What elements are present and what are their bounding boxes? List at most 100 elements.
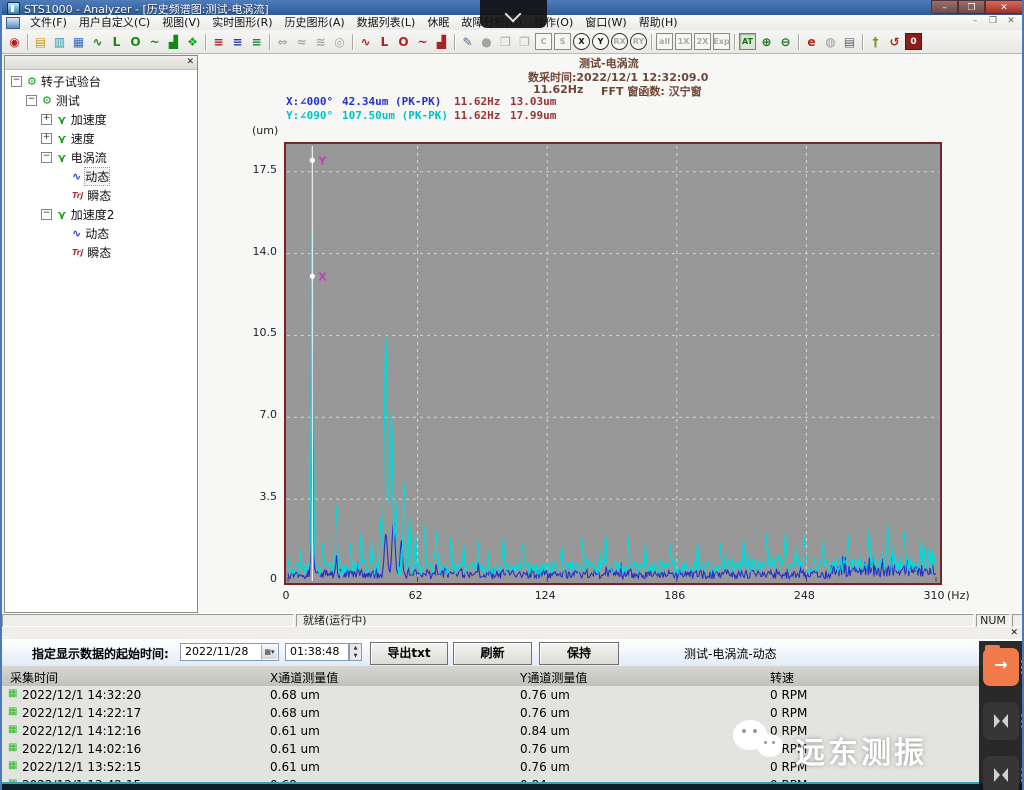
mdi-child-icon[interactable] (6, 17, 20, 29)
scale-1x-icon: 1X (675, 33, 692, 50)
collapse-icon[interactable]: − (41, 152, 52, 163)
time-spinner[interactable]: ▲▼ (349, 643, 362, 661)
collapse-icon[interactable]: − (11, 76, 22, 87)
monitor-folder-icon[interactable]: ▥ (51, 33, 68, 50)
key-icon[interactable]: † (867, 33, 884, 50)
data-panel-header: ✕ (2, 628, 1024, 639)
web-help-icon[interactable]: e (803, 33, 820, 50)
expand-icon[interactable]: + (41, 133, 52, 144)
shaft-position-icon[interactable]: ❖ (184, 33, 201, 50)
datalist-history-icon[interactable]: ≡ (229, 33, 246, 50)
history-timebase-icon[interactable]: L (376, 33, 393, 50)
share-folder-icon[interactable]: → (983, 648, 1019, 686)
datalist-realtime-icon[interactable]: ≡ (210, 33, 227, 50)
menu-item-3[interactable]: 视图(V) (156, 16, 206, 30)
tree-item-velocity[interactable]: +⋎速度 (41, 129, 95, 148)
column-header-4[interactable]: 转速 (770, 669, 794, 686)
print-icon[interactable]: ▤ (841, 33, 858, 50)
tree-item-eddy-dynamic[interactable]: ∿动态 (56, 167, 109, 186)
video-app-icon[interactable] (983, 702, 1019, 740)
menu-item-6[interactable]: 数据列表(L) (351, 16, 422, 30)
toolbar-separator (352, 34, 353, 50)
minimize-button[interactable]: – (931, 0, 958, 14)
table-row[interactable]: ▦2022/12/1 14:32:200.68 um0.76 um0 RPM (2, 686, 1024, 705)
tree-item-acceleration[interactable]: +⋎加速度 (41, 110, 107, 129)
auto-scale-icon[interactable]: AT (739, 33, 756, 50)
realtime-spectrum-icon[interactable]: ▟ (165, 33, 182, 50)
alarm-icon[interactable]: ◍ (822, 33, 839, 50)
toolbar-separator (734, 34, 735, 50)
menu-item-5[interactable]: 历史图形(A) (279, 16, 351, 30)
menu-item-1[interactable]: 文件(F) (24, 16, 73, 30)
bode-plot-icon: ⇔ (274, 33, 291, 50)
tree-item-accel2-dynamic[interactable]: ∿动态 (56, 224, 109, 243)
config-folder-icon[interactable]: ▦ (70, 33, 87, 50)
collapse-icon[interactable]: − (26, 95, 37, 106)
toolbar-separator (454, 34, 455, 50)
mdi-minimize-button[interactable]: – (968, 16, 982, 26)
annotate-brush-icon[interactable]: ✎ (459, 33, 476, 50)
dyn-node-icon: ∿ (72, 170, 81, 183)
hold-button[interactable]: 保持 (539, 642, 619, 665)
realtime-orbit-icon[interactable]: O (127, 33, 144, 50)
mdi-close-button[interactable]: ✕ (1004, 16, 1018, 26)
open-project-folder-icon[interactable]: ▤ (32, 33, 49, 50)
tree-item-rotor-test-bench[interactable]: −⚙转子试验台 (11, 72, 101, 91)
start-time-label: 指定显示数据的起始时间: (32, 645, 169, 662)
x-cursor-freq: 11.62Hz (454, 95, 500, 108)
y-angle: ∠090° (300, 109, 333, 122)
zero-reset-icon[interactable]: 0 (905, 33, 922, 50)
history-spectrum-icon[interactable]: ▟ (433, 33, 450, 50)
history-waveform-icon[interactable]: ∿ (357, 33, 374, 50)
column-header-2[interactable]: X通道测量值 (270, 669, 338, 686)
cursor-c-icon: C (535, 33, 552, 50)
menu-item-10[interactable]: 窗口(W) (579, 16, 632, 30)
record-icon[interactable]: ◉ (6, 33, 23, 50)
export-txt-button[interactable]: 导出txt (370, 642, 448, 665)
menu-item-2[interactable]: 用户自定义(C) (73, 16, 156, 30)
tree-item-eddy-current[interactable]: −⋎电涡流 (41, 148, 107, 167)
tree-item-test[interactable]: −⚙测试 (26, 91, 80, 110)
video-app-icon-2[interactable] (983, 756, 1019, 790)
collapse-icon[interactable]: − (41, 209, 52, 220)
column-header-1[interactable]: 采集时间 (10, 669, 58, 686)
column-header-3[interactable]: Y通道测量值 (520, 669, 587, 686)
close-button[interactable]: ✕ (985, 0, 1023, 14)
marker-icon[interactable]: ● (478, 33, 495, 50)
history-orbit-icon[interactable]: O (395, 33, 412, 50)
rollback-icon[interactable]: ↺ (886, 33, 903, 50)
waterfall-plot-icon: ≋ (312, 33, 329, 50)
tree-item-acceleration2[interactable]: −⋎加速度2 (41, 205, 114, 224)
history-trend-icon[interactable]: ~ (414, 33, 431, 50)
expand-icon[interactable]: + (41, 114, 52, 125)
time-input[interactable]: 01:38:48 (285, 643, 349, 661)
date-input[interactable]: 2022/11/28 ▦▾ (180, 643, 279, 661)
channel-y-icon[interactable]: Y (592, 33, 609, 50)
maximize-button[interactable]: ❐ (958, 0, 985, 14)
project-tree-panel: ✕ −⚙转子试验台−⚙测试+⋎加速度+⋎速度−⋎电涡流∿动态Trj瞬态−⋎加速度… (4, 55, 198, 613)
data-panel-close-icon[interactable]: ✕ (1010, 628, 1018, 638)
zoom-in-icon[interactable]: ⊕ (758, 33, 775, 50)
realtime-timebase-icon[interactable]: L (108, 33, 125, 50)
calendar-dropdown-icon[interactable]: ▦▾ (261, 645, 277, 659)
realtime-waveform-icon[interactable]: ∿ (89, 33, 106, 50)
realtime-trend-icon[interactable]: ~ (146, 33, 163, 50)
trans-node-icon: Trj (72, 248, 83, 257)
status-resize-grip[interactable] (1012, 614, 1024, 627)
mdi-restore-button[interactable]: ❐ (986, 16, 1000, 26)
datalist-export-icon[interactable]: ≡ (248, 33, 265, 50)
spectrum-plot[interactable]: YX (284, 142, 942, 585)
cell-rpm: 0 RPM (770, 688, 807, 702)
video-overlay-collapse[interactable] (480, 0, 547, 28)
tree-panel-close-icon[interactable]: ✕ (186, 57, 194, 67)
menu-item-4[interactable]: 实时图形(R) (206, 16, 278, 30)
channel-x-icon[interactable]: X (573, 33, 590, 50)
menu-item-7[interactable]: 休眠 (421, 16, 455, 30)
cell-x-value: 0.61 um (270, 742, 320, 756)
tree-item-accel2-transient[interactable]: Trj瞬态 (56, 243, 111, 262)
menu-item-11[interactable]: 帮助(H) (633, 16, 684, 30)
refresh-button[interactable]: 刷新 (453, 642, 532, 665)
tree-item-eddy-transient[interactable]: Trj瞬态 (56, 186, 111, 205)
x-tick-label: 310 (916, 589, 952, 602)
zoom-out-icon[interactable]: ⊖ (777, 33, 794, 50)
